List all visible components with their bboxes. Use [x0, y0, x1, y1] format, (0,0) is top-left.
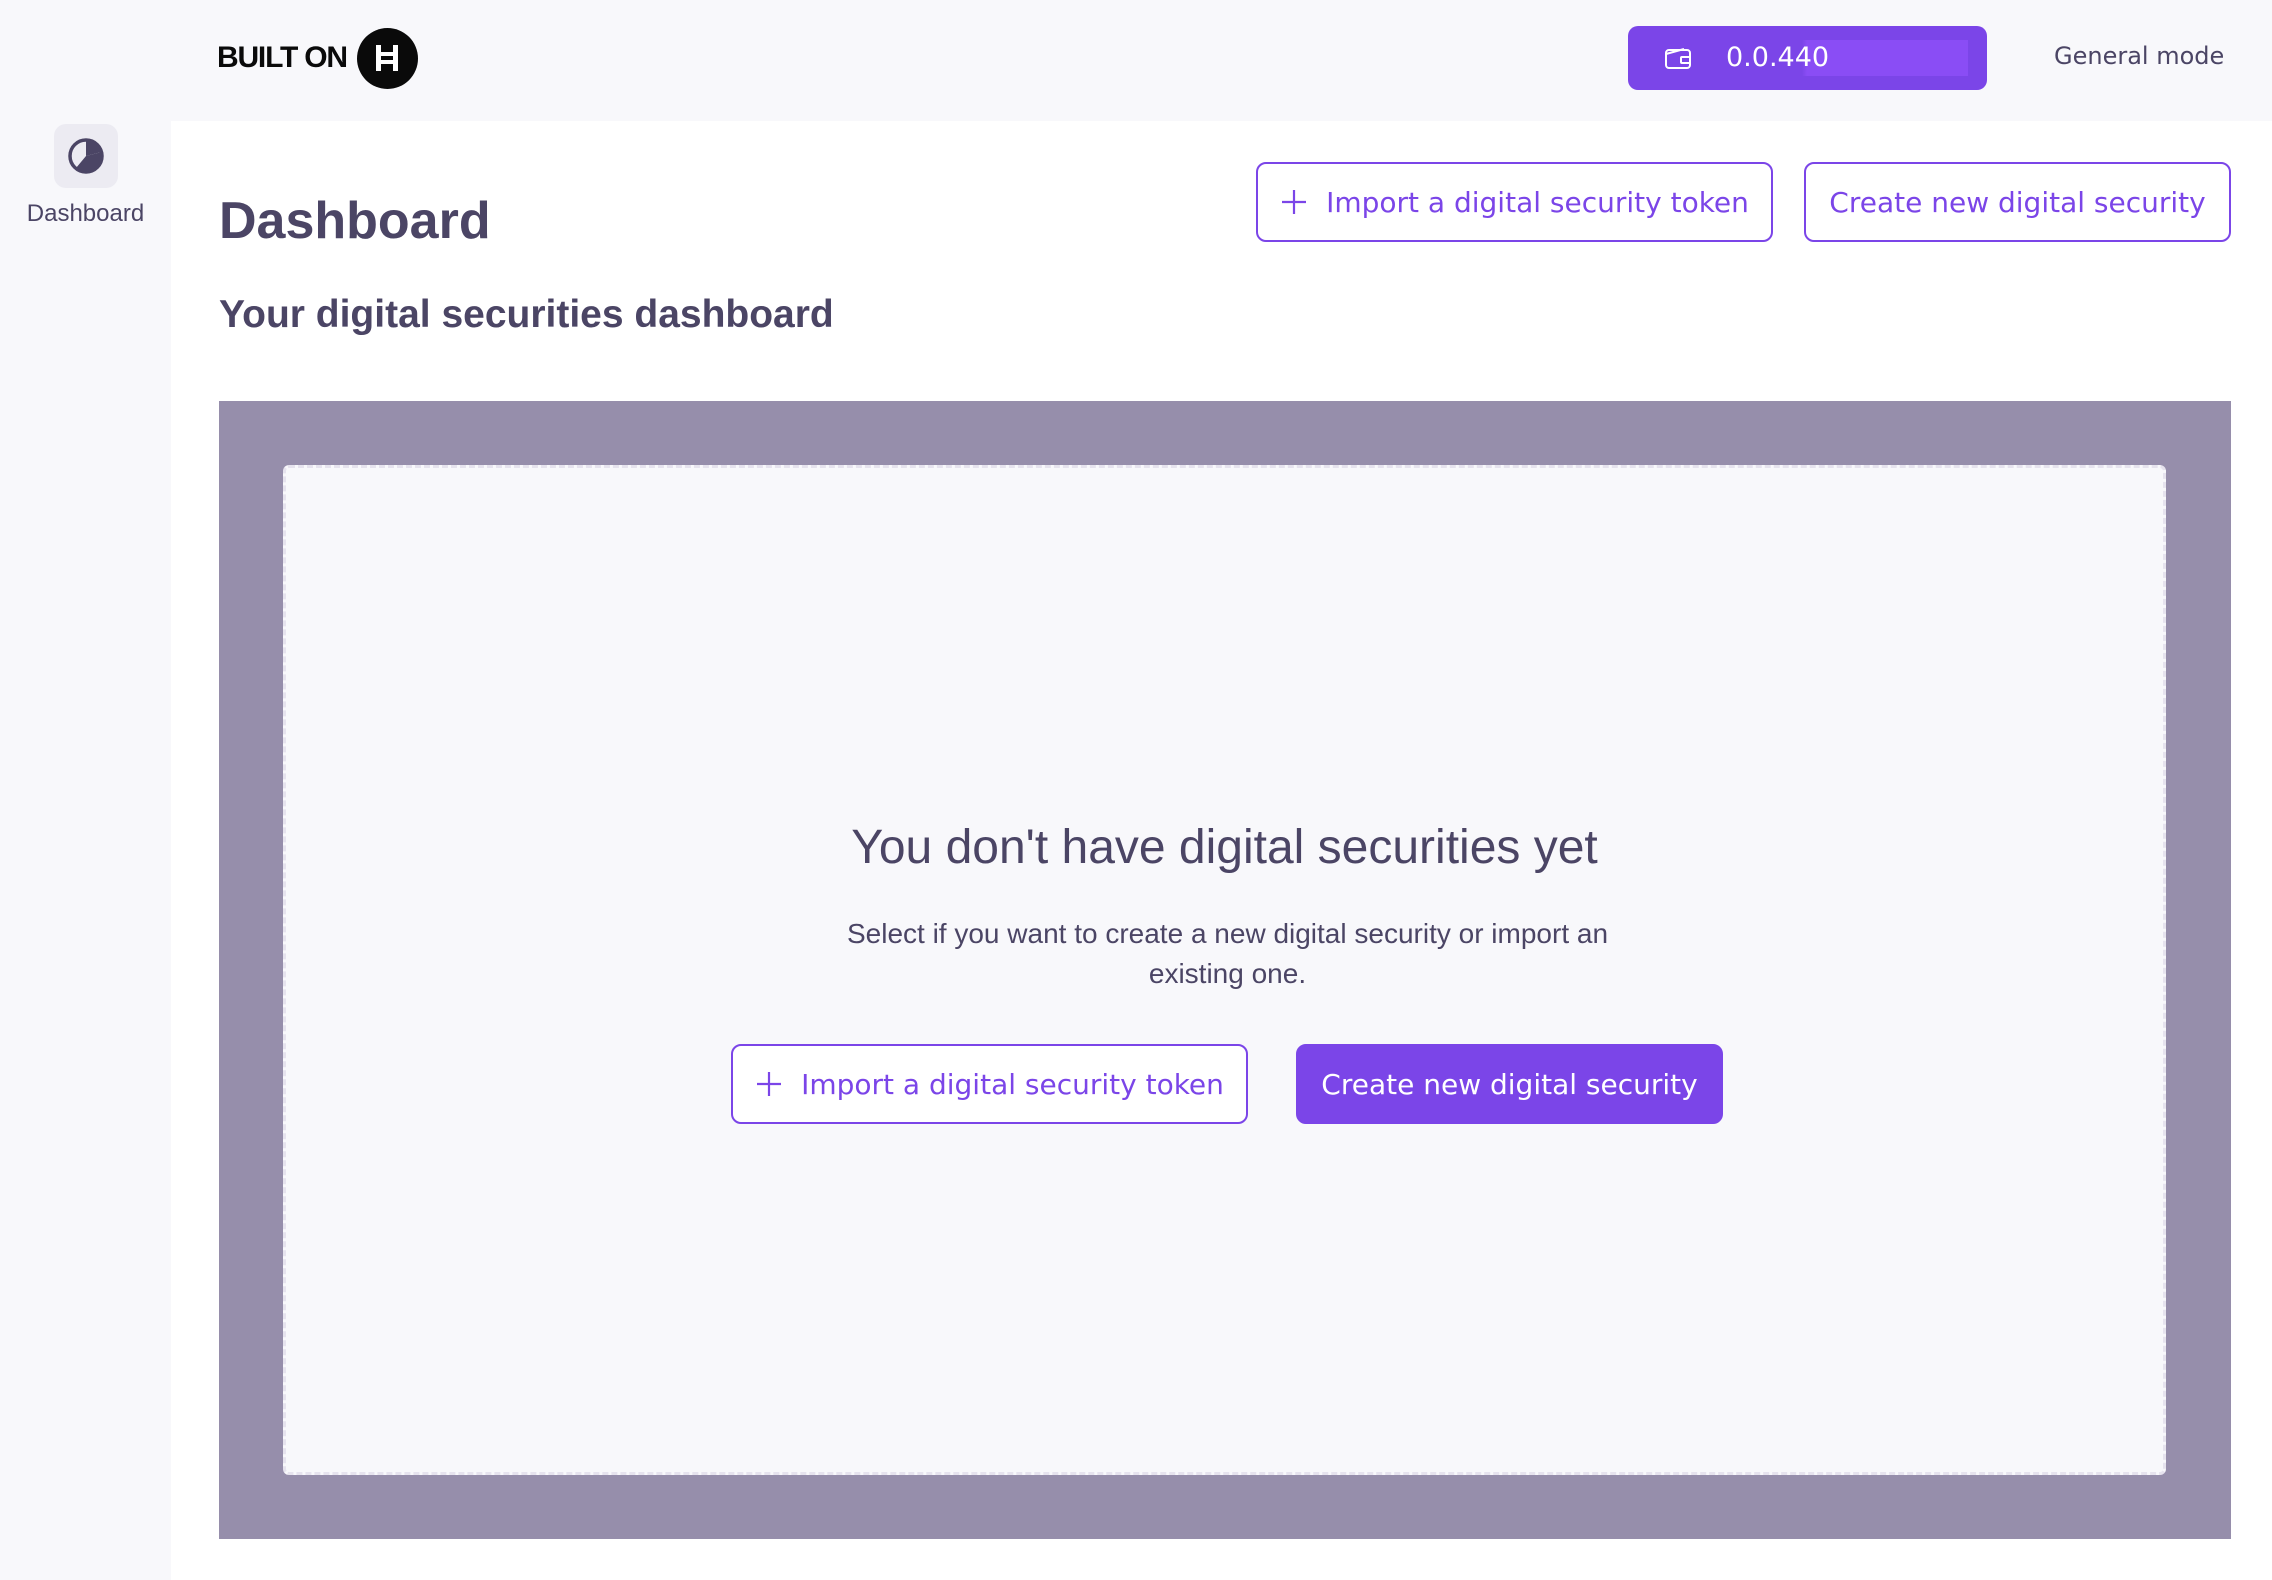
create-security-button[interactable]: Create new digital security [1804, 162, 2231, 242]
plus-icon [755, 1070, 783, 1098]
wallet-account-id: 0.0.440 [1724, 40, 1968, 76]
empty-create-security-button-label: Create new digital security [1321, 1067, 1698, 1101]
mode-label[interactable]: General mode [2054, 42, 2224, 70]
wallet-account-button[interactable]: 0.0.440 [1628, 26, 1987, 90]
wallet-icon [1664, 46, 1692, 70]
plus-icon [1280, 188, 1308, 216]
page-subtitle: Your digital securities dashboard [219, 293, 834, 336]
import-token-button[interactable]: Import a digital security token [1256, 162, 1773, 242]
main-content: Dashboard Your digital securities dashbo… [171, 121, 2272, 1580]
empty-create-security-button[interactable]: Create new digital security [1296, 1044, 1723, 1124]
empty-state-description: Select if you want to create a new digit… [846, 918, 1609, 989]
sidebar: Dashboard [0, 121, 171, 1580]
empty-import-token-button[interactable]: Import a digital security token [731, 1044, 1248, 1124]
empty-import-token-button-label: Import a digital security token [801, 1067, 1224, 1101]
top-bar: BUILT ON 0.0.440 General mode [0, 0, 2272, 121]
sidebar-item-dashboard[interactable]: Dashboard [0, 121, 171, 231]
import-token-button-label: Import a digital security token [1326, 185, 1749, 219]
create-security-button-label: Create new digital security [1829, 185, 2206, 219]
hedera-logo-icon [356, 27, 418, 89]
empty-state: You don't have digital securities yet Se… [283, 465, 2166, 1475]
sidebar-item-label: Dashboard [26, 200, 145, 227]
built-on-hedera-logo: BUILT ON [217, 26, 418, 90]
page-title: Dashboard [219, 192, 491, 250]
empty-state-title: You don't have digital securities yet [851, 821, 1598, 874]
logo-text: BUILT ON [217, 41, 348, 74]
securities-panel: You don't have digital securities yet Se… [219, 401, 2231, 1539]
pie-chart-icon [53, 124, 118, 188]
